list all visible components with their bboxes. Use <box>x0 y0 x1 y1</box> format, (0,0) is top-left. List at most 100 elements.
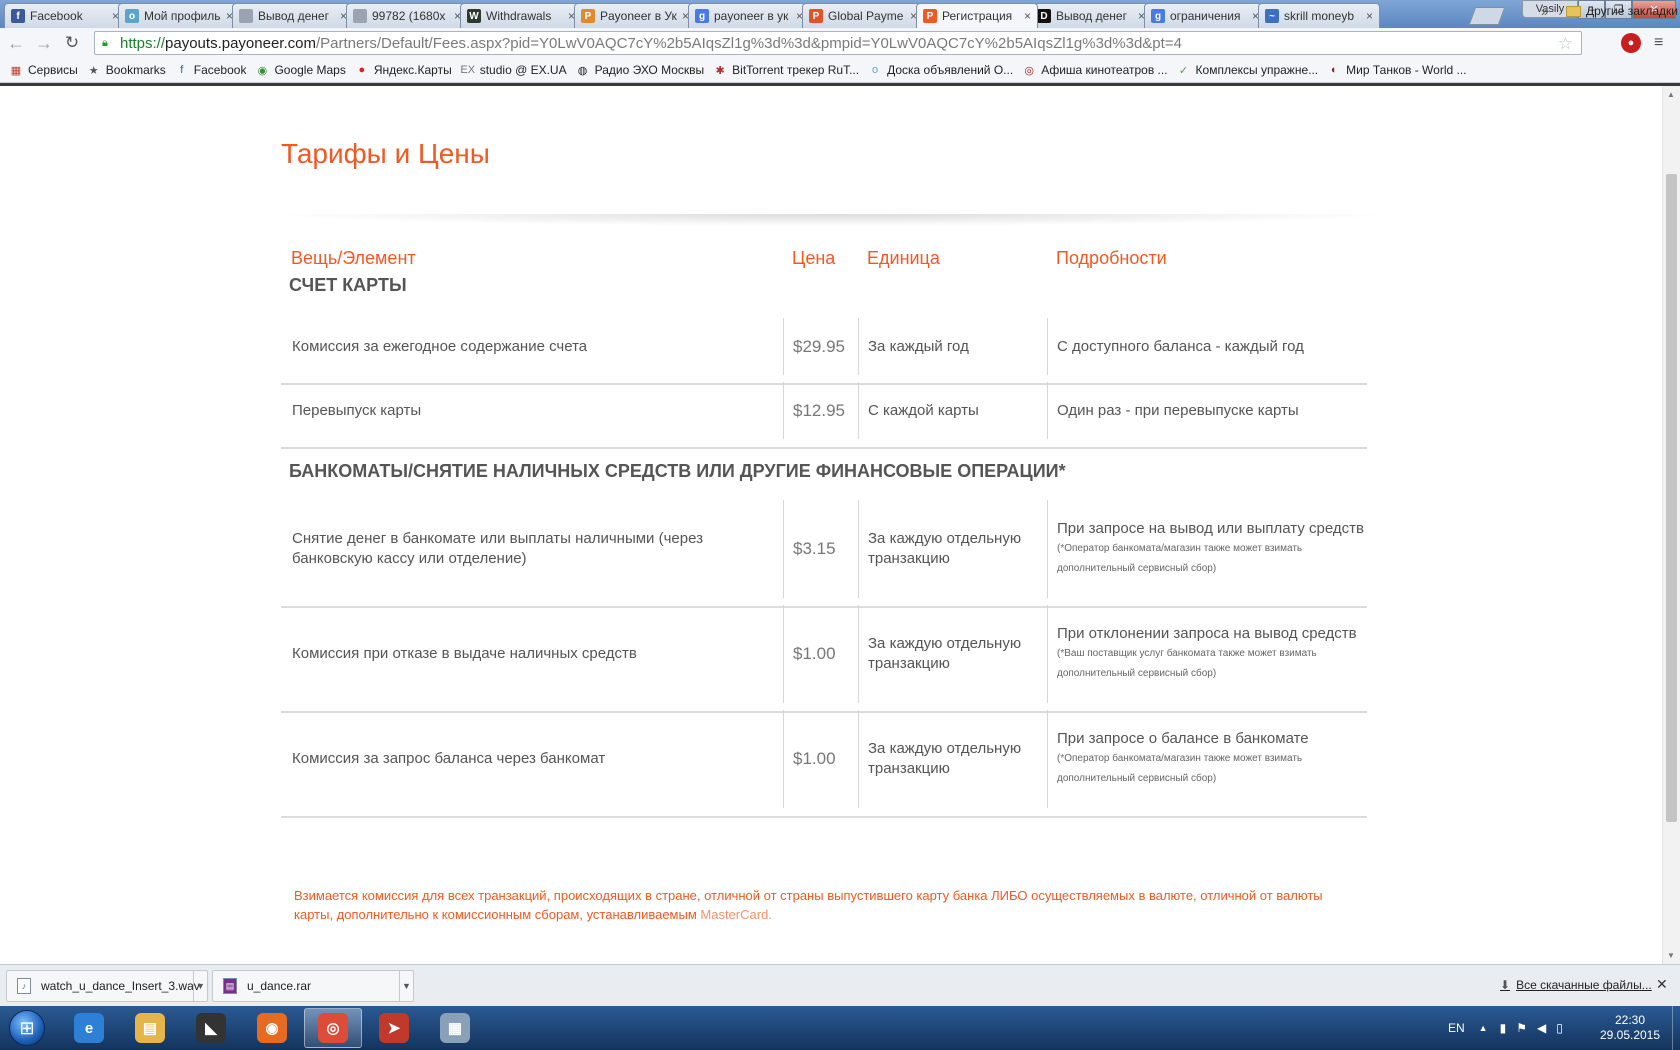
fee-row: Комиссия за запрос баланса через банкома… <box>281 710 1367 818</box>
tab-strip: f Facebook × o Мой профиль × Вывод денег × 99782… <box>0 0 1680 28</box>
back-arrow-icon: ← <box>7 32 25 53</box>
reload-button[interactable]: ↻ <box>60 31 84 55</box>
browser-tab[interactable]: P Global Payme × <box>802 3 924 28</box>
clock[interactable]: 22:30 29.05.2015 <box>1590 1013 1670 1043</box>
download-menu-icon[interactable]: ▼ <box>399 971 413 1001</box>
bookmark-item[interactable]: ✱ BitTorrent трекер RuT... <box>713 63 860 77</box>
bookmark-item[interactable]: f Facebook <box>175 63 246 77</box>
volume-icon[interactable]: ◀ <box>1537 1021 1546 1035</box>
chart-icon: ~ <box>1265 9 1279 23</box>
tray-expand-icon[interactable]: ▲ <box>1479 1023 1488 1033</box>
bookmark-star-icon[interactable]: ☆ <box>1558 34 1573 54</box>
fee-details-text: При запросе о балансе в банкомате <box>1057 730 1309 747</box>
download-item-rar[interactable]: ▤ u_dance.rar ▼ <box>212 970 414 1002</box>
flag-icon[interactable]: ⚑ <box>1516 1021 1527 1035</box>
browser-tab[interactable]: o Мой профиль × <box>118 3 240 28</box>
tab-label: Мой профиль <box>144 9 221 23</box>
chrome-menu-icon[interactable]: ≡ <box>1654 34 1663 52</box>
start-button[interactable]: ⊞ <box>2 1007 52 1049</box>
fee-unit: С каждой карты <box>868 401 979 419</box>
column-header-unit: Единица <box>867 248 940 268</box>
bookmark-item[interactable]: EX studio @ EX.UA <box>460 63 566 77</box>
browser-tab[interactable]: D Вывод денег × <box>1030 3 1152 28</box>
adblock-extension-icon[interactable]: ● <box>1621 33 1641 53</box>
taskbar-app-chrome[interactable]: ◎ <box>304 1008 362 1048</box>
other-bookmarks-label: Другие закладки <box>1586 4 1678 18</box>
download-filename: watch_u_dance_Insert_3.wav <box>41 979 200 993</box>
page-icon <box>353 9 367 23</box>
browser-tab[interactable]: f Facebook × <box>4 3 126 28</box>
taskbar-app-calculator[interactable]: ▦ <box>426 1008 484 1048</box>
apps-icon: ▦ <box>10 64 22 77</box>
fee-row: Комиссия за ежегодное содержание счета $2… <box>281 318 1367 385</box>
facebook-icon: f <box>11 9 25 23</box>
url-path: /Partners/Default/Fees.aspx?pid=Y0LwV0AQ… <box>315 34 1182 52</box>
bookmark-item[interactable]: ◉ Google Maps <box>255 63 346 77</box>
column-divider <box>858 318 859 375</box>
browser-tab[interactable]: W Withdrawals × <box>460 3 582 28</box>
taskbar-app-filezilla[interactable]: ➤ <box>365 1008 423 1048</box>
dou-icon: D <box>1037 9 1051 23</box>
bookmark-item[interactable]: ◐ Мир Танков - World ... <box>1327 63 1467 77</box>
forward-arrow-icon: → <box>35 32 53 53</box>
title-divider <box>262 214 1402 226</box>
scrollbar-thumb[interactable] <box>1666 174 1677 822</box>
bookmark-item[interactable]: ● Яндекс.Карты <box>355 63 452 77</box>
taskbar-app-internet-explorer[interactable]: e <box>60 1008 118 1048</box>
clock-date: 29.05.2015 <box>1599 1028 1661 1042</box>
download-arrow-icon: ⬇ <box>1500 978 1511 992</box>
show-desktop-button[interactable] <box>1672 1006 1680 1050</box>
tab-label: Withdrawals <box>486 9 552 23</box>
column-divider <box>858 710 859 808</box>
url-domain: payoneer.com <box>221 34 316 52</box>
fee-item: Комиссия за запрос баланса через банкома… <box>292 750 606 767</box>
browser-tab[interactable]: P Регистрация × <box>916 3 1038 28</box>
tab-close-icon[interactable]: × <box>1366 9 1373 23</box>
browser-tab[interactable]: g payoneer в ук × <box>688 3 810 28</box>
taskbar-app-foobar[interactable]: ◣ <box>182 1008 240 1048</box>
bookmark-item[interactable]: o Доска объявлений О... <box>868 63 1013 77</box>
browser-tab[interactable]: P Payoneer в Ук × <box>574 3 696 28</box>
rar-file-icon: ▤ <box>223 978 237 994</box>
fee-unit: За каждую отдельную транзакцию <box>868 740 1022 777</box>
tab-label: ограничения <box>1170 9 1241 23</box>
column-divider <box>858 382 859 439</box>
language-indicator[interactable]: EN <box>1448 1021 1465 1035</box>
address-bar[interactable]: 🔒︎ https:// payouts. payoneer.com /Partn… <box>94 31 1582 55</box>
show-all-downloads-link[interactable]: ⬇ Все скачанные файлы... <box>1500 978 1652 992</box>
fee-row: Снятие денег в банкомате или выплаты нал… <box>281 500 1367 608</box>
network-icon[interactable]: ▮ <box>1500 1021 1507 1035</box>
fee-price: $1.00 <box>793 644 836 663</box>
browser-tab[interactable]: ~ skrill moneyb × <box>1258 3 1380 28</box>
taskbar-app-firefox[interactable]: ◉ <box>243 1008 301 1048</box>
mastercard-link[interactable]: MasterCard. <box>700 907 772 922</box>
bookmark-item[interactable]: ✓ Комплексы упражне... <box>1177 63 1318 77</box>
section-title: СЧЕТ КАРТЫ <box>289 275 407 295</box>
bookmark-item[interactable]: ◎ Афиша кинотеатров ... <box>1022 63 1167 77</box>
scroll-down-icon[interactable]: ▼ <box>1667 951 1675 960</box>
fee-details-text: Один раз - при перевыпуске карты <box>1057 401 1299 419</box>
download-menu-icon[interactable]: ▼ <box>193 971 207 1001</box>
back-button[interactable]: ← <box>4 31 28 55</box>
browser-tab[interactable]: Вывод денег × <box>232 3 354 28</box>
other-bookmarks-folder[interactable]: Другие закладки <box>1566 4 1678 18</box>
browser-tab[interactable]: 99782 (1680x × <box>346 3 468 28</box>
bookmark-label: Радио ЭХО Москвы <box>594 63 705 77</box>
bookmark-item[interactable]: ◍ Радио ЭХО Москвы <box>576 63 705 77</box>
scroll-up-icon[interactable]: ▲ <box>1667 90 1675 99</box>
bookmark-item[interactable]: ▦ Сервисы <box>9 63 78 77</box>
page-scrollbar[interactable]: ▲ ▼ <box>1662 86 1680 964</box>
fee-details-note: (*Ваш поставщик услуг банкомата также мо… <box>1057 648 1317 679</box>
download-item-wav[interactable]: ♪ watch_u_dance_Insert_3.wav ▼ <box>6 970 208 1002</box>
power-icon[interactable]: ▯ <box>1556 1021 1563 1035</box>
tab-close-icon[interactable]: × <box>1024 9 1031 23</box>
taskbar-app-file-explorer[interactable]: ▤ <box>121 1008 179 1048</box>
browser-toolbar: ← → ↻ 🔒︎ https:// payouts. payoneer.com … <box>0 28 1680 58</box>
forward-button[interactable]: → <box>32 31 56 55</box>
bookmarks-overflow-icon[interactable]: » <box>1541 4 1548 19</box>
chrome-icon: ◎ <box>318 1013 348 1043</box>
fee-item: Комиссия за ежегодное содержание счета <box>292 337 588 355</box>
close-downloads-bar-button[interactable]: ✕ <box>1656 976 1668 993</box>
bookmark-item[interactable]: ★ Bookmarks <box>87 63 166 77</box>
browser-tab[interactable]: g ограничения × <box>1144 3 1266 28</box>
